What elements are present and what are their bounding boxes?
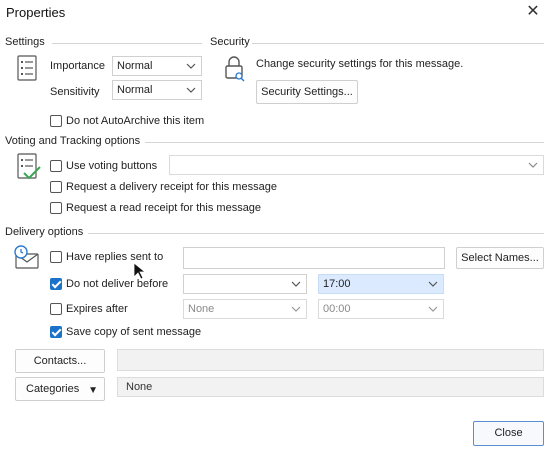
settings-list-icon [16,55,38,84]
contacts-field[interactable] [117,349,544,371]
do-not-deliver-checkbox[interactable] [50,278,62,290]
save-copy-label: Save copy of sent message [66,326,202,338]
use-voting-checkbox[interactable] [50,160,62,172]
close-window-icon[interactable]: ✕ [522,2,544,22]
expires-after-checkbox[interactable] [50,303,62,315]
security-settings-button[interactable]: Security Settings... [256,80,358,104]
chevron-down-icon [428,304,438,314]
importance-label: Importance [50,60,106,72]
chevron-down-icon [291,279,301,289]
delivery-divider [88,233,544,234]
do-not-deliver-date-select[interactable] [183,274,307,294]
importance-select[interactable]: Normal [112,56,202,76]
delivery-receipt-checkbox[interactable] [50,181,62,193]
expires-date-select[interactable]: None [183,299,307,319]
chevron-down-icon [186,61,196,71]
voting-divider [145,142,544,143]
have-replies-input[interactable] [183,247,445,269]
select-names-button[interactable]: Select Names... [456,247,544,269]
save-copy-checkbox[interactable] [50,326,62,338]
close-button[interactable]: Close [473,421,544,446]
chevron-down-icon [528,160,538,170]
do-not-deliver-time-select[interactable]: 17:00 [318,274,444,294]
lock-icon [222,54,246,85]
categories-button[interactable]: Categories ▼ [15,377,105,401]
expires-after-label: Expires after [66,303,128,315]
security-description: Change security settings for this messag… [256,58,464,70]
have-replies-label: Have replies sent to [66,251,164,263]
expires-time-value: 00:00 [323,303,351,315]
security-group-label: Security [210,36,250,48]
contacts-button[interactable]: Contacts... [15,349,105,373]
sensitivity-label: Sensitivity [50,86,100,98]
settings-divider [52,43,202,44]
no-autoarchive-checkbox[interactable] [50,115,62,127]
read-receipt-label: Request a read receipt for this message [66,202,262,214]
security-divider [252,43,544,44]
delivery-envelope-clock-icon [12,244,42,273]
expires-date-value: None [188,303,215,315]
chevron-down-icon [291,304,301,314]
importance-value: Normal [117,60,153,72]
expires-time-select[interactable]: 00:00 [318,299,444,319]
chevron-down-icon [186,85,196,95]
do-not-deliver-time-value: 17:00 [323,278,351,290]
voting-group-label: Voting and Tracking options [5,135,141,147]
voting-list-icon [16,153,42,184]
caret-down-icon: ▼ [88,385,98,396]
chevron-down-icon [428,279,438,289]
delivery-receipt-label: Request a delivery receipt for this mess… [66,181,277,193]
sensitivity-value: Normal [117,84,153,96]
sensitivity-select[interactable]: Normal [112,80,202,100]
use-voting-label: Use voting buttons [66,160,158,172]
mouse-pointer-icon [133,262,147,283]
window-title: Properties [6,5,66,20]
settings-group-label: Settings [5,36,45,48]
have-replies-checkbox[interactable] [50,251,62,263]
categories-value: None [126,381,153,393]
categories-field[interactable]: None [117,377,544,397]
delivery-group-label: Delivery options [5,226,84,238]
voting-buttons-select[interactable] [169,155,544,175]
categories-label: Categories [26,383,80,395]
no-autoarchive-label: Do not AutoArchive this item [66,115,205,127]
read-receipt-checkbox[interactable] [50,202,62,214]
do-not-deliver-label: Do not deliver before [66,278,169,290]
